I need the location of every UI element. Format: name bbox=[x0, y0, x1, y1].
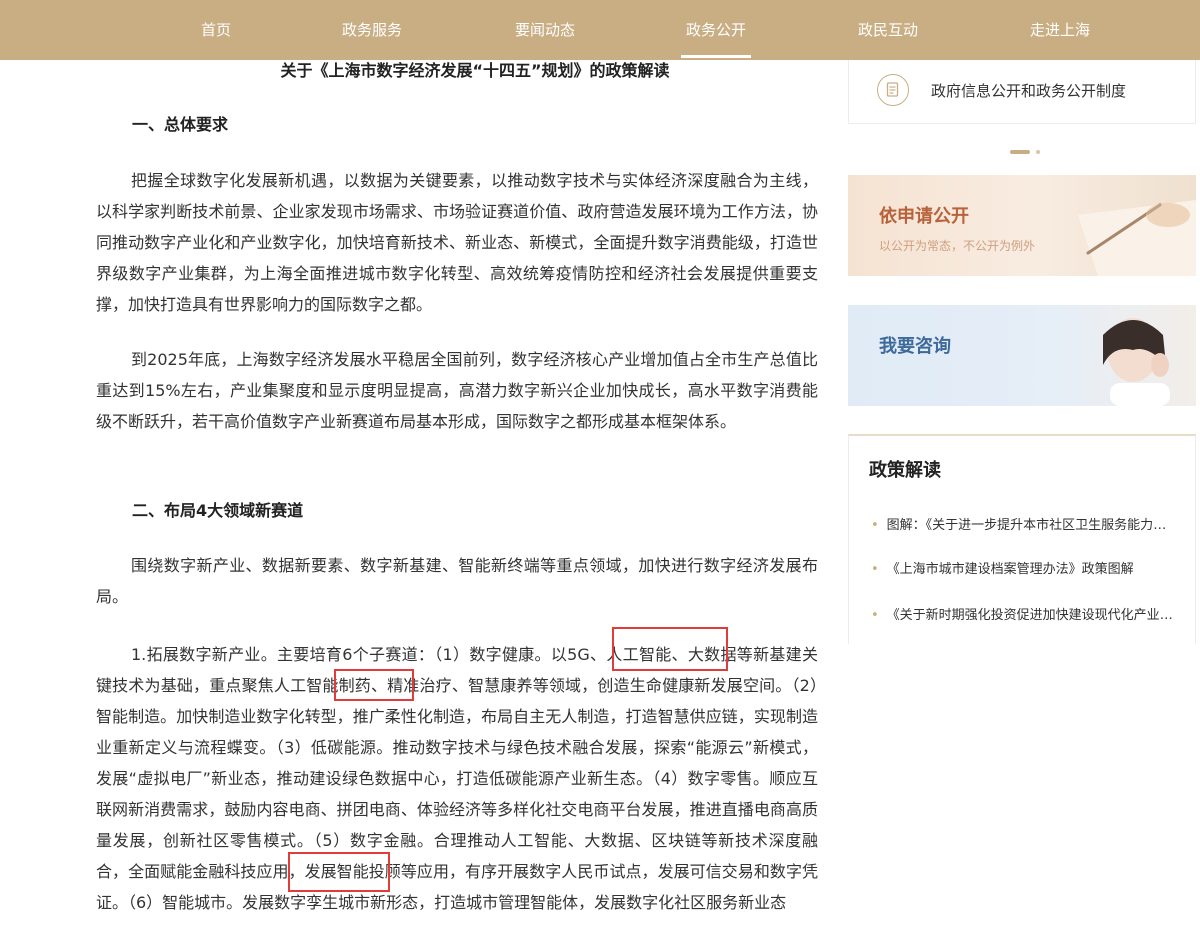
consult-banner[interactable]: 我要咨询 bbox=[848, 305, 1196, 406]
article-title: 关于《上海市数字经济发展“十四五”规划》的政策解读 bbox=[280, 61, 670, 80]
section-heading-tracks: 二、布局4大领域新赛道 bbox=[132, 501, 304, 520]
banner-title-apply: 依申请公开 bbox=[879, 206, 969, 227]
policy-interpretation-panel: 政策解读 • 图解：《关于进一步提升本市社区卫生服务能力的实施意见》 • 《上海市城… bbox=[848, 434, 1196, 644]
gov-info-disclosure-card[interactable]: 政府信息公开和政务公开制度 bbox=[848, 60, 1196, 124]
paragraph-industries: 1.拓展数字新产业。主要培育6个子赛道：（1）数字健康。以5G、人工智能、大数据… bbox=[96, 645, 818, 912]
banner-subtitle-apply: 以公开为常态，不公开为例外 bbox=[879, 239, 1036, 253]
policy-panel-title: 政策解读 bbox=[869, 460, 941, 481]
carousel-dot[interactable] bbox=[1036, 150, 1040, 154]
paragraph-general: 把握全球数字化发展新机遇，以数据为关键要素，以推动数字技术与实体经济深度融合为主… bbox=[96, 171, 818, 314]
paragraph-layout: 围绕数字新产业、数据新要素、数字新基建、智能新终端等重点领域，加快进行数字经济发… bbox=[96, 556, 818, 606]
banner-title-consult: 我要咨询 bbox=[879, 336, 951, 357]
bullet-icon: • bbox=[871, 562, 879, 577]
nav-item-interaction[interactable]: 政民互动 bbox=[838, 0, 938, 60]
policy-item-text: 《关于新时期强化投资促进加快建设现代化产业体系的政策措施》 bbox=[886, 608, 1176, 623]
policy-item-link[interactable]: • 《关于新时期强化投资促进加快建设现代化产业体系的政策措施》 bbox=[871, 604, 1176, 623]
nav-item-news[interactable]: 要闻动态 bbox=[495, 0, 595, 60]
bullet-icon: • bbox=[871, 518, 879, 533]
article-content: 关于《上海市数字经济发展“十四五”规划》的政策解读 一、总体要求 把握全球数字化… bbox=[0, 60, 840, 939]
highlight-box-ai-3 bbox=[288, 852, 390, 892]
section-heading-general: 一、总体要求 bbox=[132, 115, 229, 134]
apply-disclosure-banner[interactable]: 依申请公开 以公开为常态，不公开为例外 bbox=[848, 175, 1196, 276]
highlight-box-ai-2 bbox=[334, 669, 414, 701]
highlight-box-ai-1 bbox=[612, 627, 728, 671]
policy-item-link[interactable]: • 《上海市城市建设档案管理办法》政策图解 bbox=[871, 558, 1176, 577]
policy-item-link[interactable]: • 图解：《关于进一步提升本市社区卫生服务能力的实施意见》 bbox=[871, 514, 1176, 533]
carousel-dot-active[interactable] bbox=[1010, 150, 1030, 154]
nav-item-services[interactable]: 政务服务 bbox=[322, 0, 422, 60]
card-label: 政府信息公开和政务公开制度 bbox=[931, 82, 1127, 100]
bullet-icon: • bbox=[871, 608, 879, 623]
top-nav: 首页 政务服务 要闻动态 政务公开 政民互动 走进上海 bbox=[0, 0, 1200, 60]
paragraph-targets: 到2025年底，上海数字经济发展水平稳居全国前列，数字经济核心产业增加值占全市生… bbox=[96, 350, 818, 431]
nav-item-gov-open[interactable]: 政务公开 bbox=[666, 0, 766, 60]
policy-item-text: 《上海市城市建设档案管理办法》政策图解 bbox=[886, 562, 1134, 577]
document-icon bbox=[877, 74, 909, 106]
nav-item-home[interactable]: 首页 bbox=[176, 0, 256, 60]
policy-item-text: 图解：《关于进一步提升本市社区卫生服务能力的实施意见》 bbox=[886, 518, 1176, 533]
nav-item-about-shanghai[interactable]: 走进上海 bbox=[1010, 0, 1110, 60]
